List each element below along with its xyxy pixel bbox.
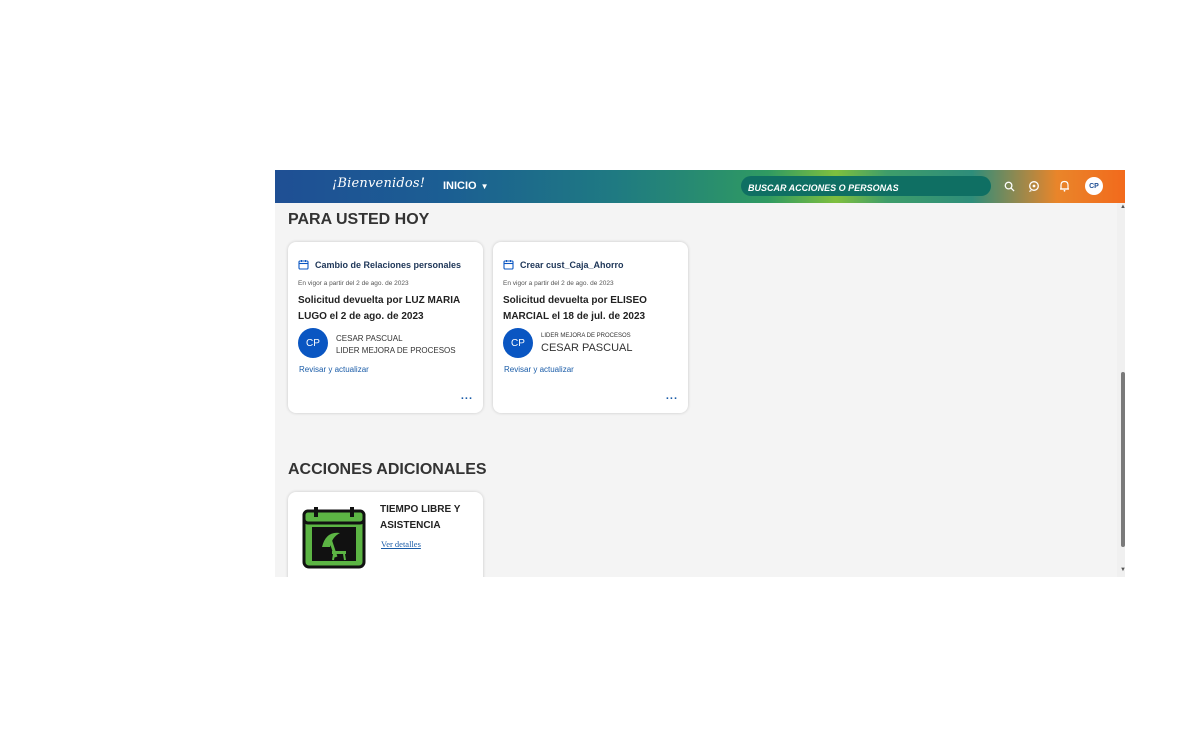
task-card[interactable]: Cambio de Relaciones personales En vigor…	[288, 242, 483, 413]
person-name: CESAR PASCUAL	[336, 334, 403, 343]
effective-date: En vigor a partir del 2 de ago. de 2023	[298, 280, 409, 287]
person-role: LIDER MEJORA DE PROCESOS	[541, 333, 631, 339]
more-options-button[interactable]: ...	[461, 390, 473, 402]
card-type: Crear cust_Caja_Ahorro	[520, 259, 624, 270]
top-navigation-bar: ¡Bienvenidos! INICIO ▼ CP	[275, 170, 1125, 203]
bell-icon[interactable]	[1056, 178, 1072, 194]
scroll-down-arrow[interactable]: ▼	[1120, 567, 1125, 573]
review-update-link[interactable]: Revisar y actualizar	[504, 365, 574, 374]
person-name: CESAR PASCUAL	[541, 342, 633, 354]
scroll-up-arrow[interactable]: ▲	[1120, 204, 1125, 210]
effective-date: En vigor a partir del 2 de ago. de 2023	[503, 280, 614, 287]
more-options-button[interactable]: ...	[666, 390, 678, 402]
task-card[interactable]: Crear cust_Caja_Ahorro En vigor a partir…	[493, 242, 688, 413]
action-title: TIEMPO LIBRE Y ASISTENCIA	[380, 504, 461, 531]
feedback-icon[interactable]	[1026, 178, 1042, 194]
person-avatar: CP	[503, 328, 533, 358]
card-title: Solicitud devuelta por ELISEO MARCIAL el…	[503, 295, 647, 322]
calendar-icon	[503, 260, 514, 270]
person-role: LIDER MEJORA DE PROCESOS	[336, 346, 456, 355]
search-input[interactable]	[741, 176, 991, 196]
calendar-beach-icon	[302, 507, 366, 569]
card-title: Solicitud devuelta por LUZ MARIA LUGO el…	[298, 295, 460, 322]
card-header: Crear cust_Caja_Ahorro	[503, 259, 624, 270]
section-title-today: PARA USTED HOY	[288, 211, 430, 228]
card-type: Cambio de Relaciones personales	[315, 259, 462, 270]
app-window: ¡Bienvenidos! INICIO ▼ CP PARA USTED HOY…	[275, 170, 1125, 577]
home-nav-label: INICIO	[443, 180, 477, 192]
person-avatar: CP	[298, 328, 328, 358]
review-update-link[interactable]: Revisar y actualizar	[299, 365, 369, 374]
home-nav-menu[interactable]: INICIO ▼	[443, 180, 489, 192]
view-details-link[interactable]: Ver detalles	[381, 539, 421, 549]
card-header: Cambio de Relaciones personales	[298, 259, 461, 270]
time-off-action-card[interactable]: TIEMPO LIBRE Y ASISTENCIA Ver detalles	[288, 492, 483, 577]
user-avatar[interactable]: CP	[1085, 177, 1103, 195]
brand-logo-text[interactable]: ¡Bienvenidos!	[332, 176, 425, 191]
scrollbar-thumb[interactable]	[1121, 372, 1125, 547]
chevron-down-icon: ▼	[480, 181, 489, 191]
calendar-icon	[298, 260, 309, 270]
section-title-actions: ACCIONES ADICIONALES	[288, 461, 487, 478]
search-icon[interactable]	[1001, 178, 1017, 194]
